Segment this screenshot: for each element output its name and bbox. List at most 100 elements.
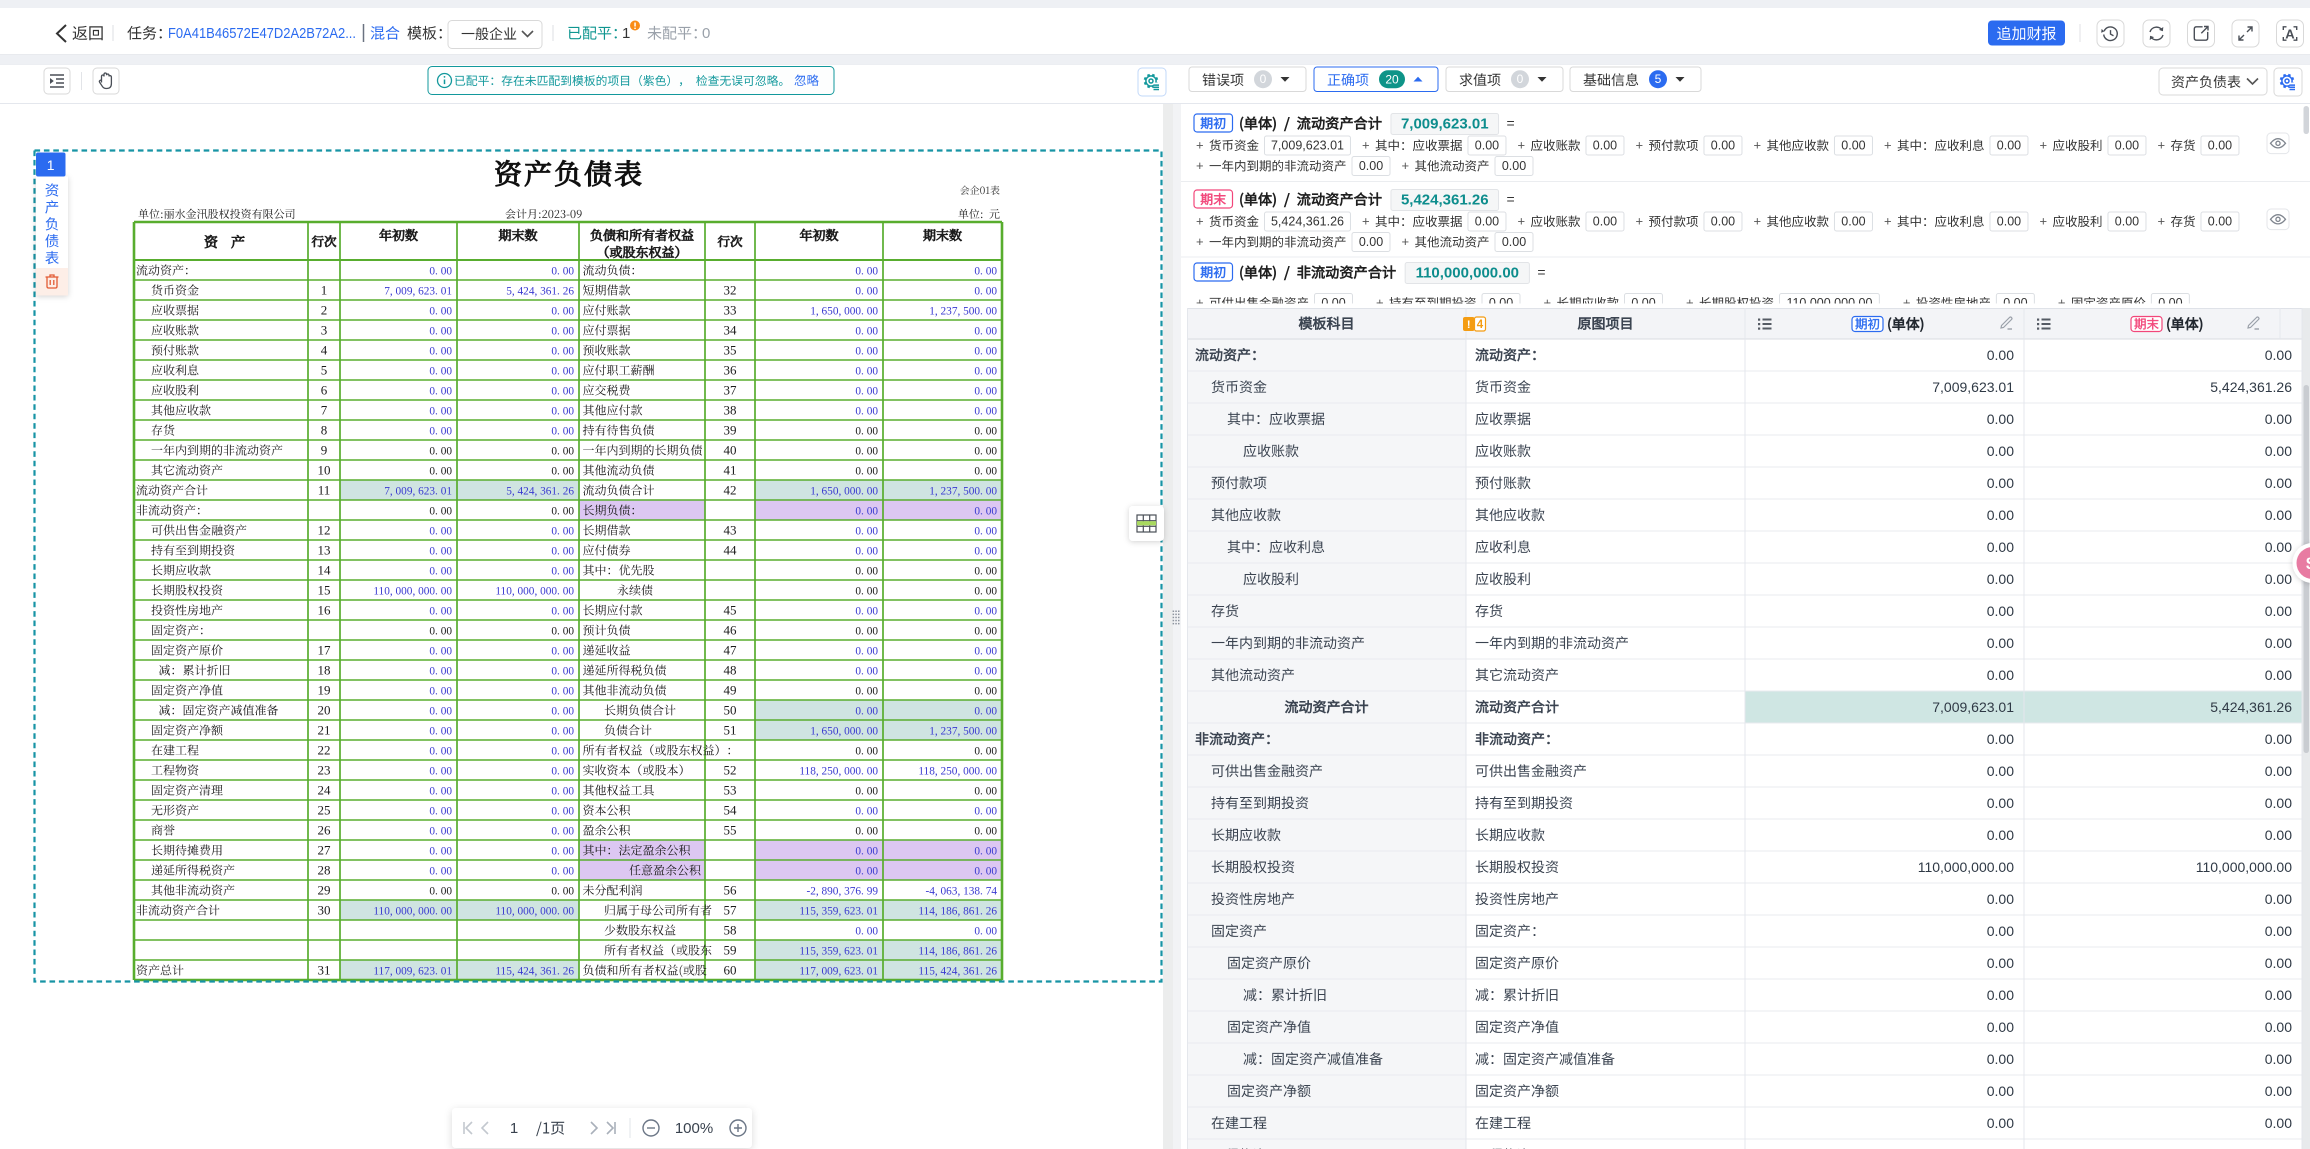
- svg-text:46: 46: [724, 623, 738, 638]
- svg-text:0. 00: 0. 00: [974, 526, 997, 538]
- svg-text:+: +: [1753, 138, 1761, 153]
- svg-text:24: 24: [318, 783, 332, 798]
- svg-text:0. 00: 0. 00: [974, 326, 997, 338]
- svg-text:115, 424, 361. 26: 115, 424, 361. 26: [918, 966, 997, 978]
- svg-text:36: 36: [724, 363, 738, 378]
- svg-text:0. 00: 0. 00: [429, 626, 452, 638]
- svg-text:0. 00: 0. 00: [429, 886, 452, 898]
- svg-text:0.00: 0.00: [2265, 795, 2292, 811]
- svg-text:0. 00: 0. 00: [551, 806, 574, 818]
- svg-text:0. 00: 0. 00: [551, 546, 574, 558]
- svg-text:0.00: 0.00: [2265, 411, 2292, 427]
- svg-text:0. 00: 0. 00: [855, 286, 878, 298]
- svg-text:0. 00: 0. 00: [855, 426, 878, 438]
- svg-text:0.00: 0.00: [1502, 159, 1526, 173]
- svg-text:7, 009, 623. 01: 7, 009, 623. 01: [384, 486, 452, 498]
- svg-text:114, 186, 861. 26: 114, 186, 861. 26: [918, 906, 997, 918]
- svg-text:0: 0: [702, 25, 710, 42]
- svg-text:0.00: 0.00: [2265, 443, 2292, 459]
- svg-text:0. 00: 0. 00: [429, 646, 452, 658]
- svg-text:0.00: 0.00: [1987, 1019, 2014, 1035]
- svg-text:19: 19: [318, 683, 331, 698]
- svg-text:0.00: 0.00: [2208, 215, 2232, 229]
- svg-text:0. 00: 0. 00: [974, 866, 997, 878]
- svg-text:0.00: 0.00: [1987, 603, 2014, 619]
- svg-text:0. 00: 0. 00: [429, 366, 452, 378]
- svg-text:0. 00: 0. 00: [429, 406, 452, 418]
- svg-text:0. 00: 0. 00: [974, 806, 997, 818]
- svg-text:+: +: [1635, 214, 1643, 229]
- svg-text:0: 0: [1260, 72, 1267, 86]
- svg-text:0. 00: 0. 00: [855, 546, 878, 558]
- svg-text:51: 51: [724, 723, 737, 738]
- svg-text:0. 00: 0. 00: [551, 346, 574, 358]
- svg-text:0. 00: 0. 00: [551, 646, 574, 658]
- svg-text:25: 25: [318, 803, 331, 818]
- svg-text:0.00: 0.00: [2265, 571, 2292, 587]
- svg-text:0. 00: 0. 00: [551, 686, 574, 698]
- svg-text:0.00: 0.00: [1987, 539, 2014, 555]
- svg-text:0.00: 0.00: [2265, 1115, 2292, 1131]
- svg-text:0. 00: 0. 00: [855, 586, 878, 598]
- svg-text:0. 00: 0. 00: [429, 546, 452, 558]
- svg-text:0. 00: 0. 00: [974, 706, 997, 718]
- svg-text:0.00: 0.00: [1987, 411, 2014, 427]
- svg-text:0. 00: 0. 00: [551, 786, 574, 798]
- svg-text:27: 27: [318, 843, 332, 858]
- svg-text:17: 17: [318, 643, 332, 658]
- svg-text:100%: 100%: [675, 1120, 713, 1137]
- svg-text:0. 00: 0. 00: [974, 366, 997, 378]
- svg-text:0.00: 0.00: [1987, 1083, 2014, 1099]
- svg-text:0. 00: 0. 00: [974, 386, 997, 398]
- svg-text:0. 00: 0. 00: [855, 446, 878, 458]
- svg-text:F0A41B46572E47D2A2B72A2...: F0A41B46572E47D2A2B72A2...: [168, 26, 356, 42]
- svg-text:0. 00: 0. 00: [855, 786, 878, 798]
- svg-text:115, 359, 623. 01: 115, 359, 623. 01: [799, 906, 878, 918]
- svg-text:7: 7: [321, 403, 328, 418]
- svg-text:110, 000, 000. 00: 110, 000, 000. 00: [373, 906, 452, 918]
- svg-text:41: 41: [724, 463, 737, 478]
- svg-text:18: 18: [318, 663, 331, 678]
- svg-text:0. 00: 0. 00: [855, 366, 878, 378]
- svg-text:5: 5: [321, 363, 328, 378]
- svg-text:1, 650, 000. 00: 1, 650, 000. 00: [810, 726, 878, 738]
- svg-text:0.00: 0.00: [1711, 139, 1735, 153]
- svg-text:0. 00: 0. 00: [855, 746, 878, 758]
- svg-text:+: +: [1362, 138, 1370, 153]
- svg-text:0.00: 0.00: [1997, 215, 2021, 229]
- svg-text:5,424,361.26: 5,424,361.26: [1271, 215, 1344, 229]
- svg-text:1: 1: [622, 25, 630, 42]
- svg-text:11: 11: [318, 483, 331, 498]
- svg-text:0. 00: 0. 00: [551, 386, 574, 398]
- svg-text:0. 00: 0. 00: [429, 386, 452, 398]
- svg-text:117, 009, 623. 01: 117, 009, 623. 01: [799, 966, 878, 978]
- svg-text:0. 00: 0. 00: [974, 786, 997, 798]
- svg-text:0. 00: 0. 00: [551, 826, 574, 838]
- svg-text:118, 250, 000. 00: 118, 250, 000. 00: [918, 766, 997, 778]
- svg-text:0.00: 0.00: [1987, 731, 2014, 747]
- svg-text:5: 5: [1655, 72, 1662, 86]
- svg-text:0.00: 0.00: [2265, 987, 2292, 1003]
- svg-text:0.00: 0.00: [1502, 235, 1526, 249]
- svg-text:+: +: [1517, 214, 1525, 229]
- svg-text:0.00: 0.00: [2265, 1019, 2292, 1035]
- svg-text:110,000,000.00: 110,000,000.00: [2196, 859, 2292, 875]
- svg-text:0.00: 0.00: [1987, 827, 2014, 843]
- svg-text:15: 15: [318, 583, 331, 598]
- svg-text:0. 00: 0. 00: [429, 426, 452, 438]
- svg-text:60: 60: [724, 963, 737, 978]
- svg-text:0.00: 0.00: [1841, 215, 1865, 229]
- svg-text:1, 237, 500. 00: 1, 237, 500. 00: [929, 486, 997, 498]
- svg-text:+: +: [1196, 234, 1204, 249]
- svg-text:3: 3: [321, 323, 328, 338]
- svg-text:0. 00: 0. 00: [974, 586, 997, 598]
- svg-text:0. 00: 0. 00: [429, 806, 452, 818]
- svg-text:31: 31: [318, 963, 331, 978]
- svg-text:0. 00: 0. 00: [551, 326, 574, 338]
- svg-text:0. 00: 0. 00: [974, 666, 997, 678]
- svg-text:0. 00: 0. 00: [974, 346, 997, 358]
- svg-text:=: =: [1537, 264, 1545, 280]
- svg-text:7, 009, 623. 01: 7, 009, 623. 01: [384, 286, 452, 298]
- svg-text:0.00: 0.00: [2115, 215, 2139, 229]
- svg-text:16: 16: [318, 603, 332, 618]
